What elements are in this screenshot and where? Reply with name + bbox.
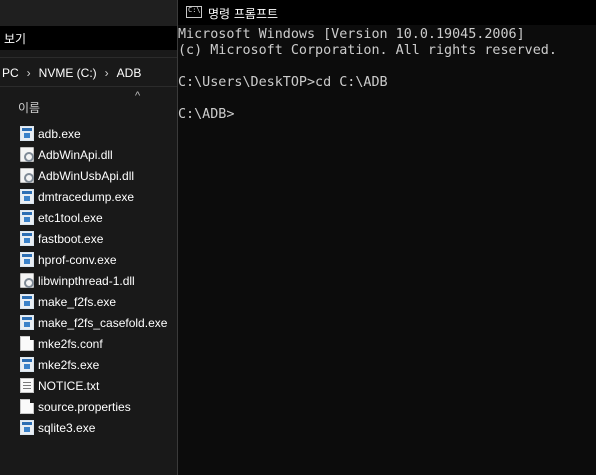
- chevron-right-icon[interactable]: ›: [27, 66, 31, 80]
- file-explorer-window: 보기 PC › NVME (C:) › ADB ^ 이름 adb.exe AdbW…: [0, 0, 177, 475]
- console-title: 명령 프롬프트: [208, 7, 279, 21]
- breadcrumb: PC › NVME (C:) › ADB: [2, 65, 141, 81]
- file-row[interactable]: adb.exe: [0, 124, 177, 145]
- explorer-top-strip: [0, 0, 177, 26]
- name-column-header[interactable]: ^ 이름: [0, 90, 177, 120]
- exe-icon: [20, 420, 34, 435]
- file-name: fastboot.exe: [38, 232, 104, 246]
- file-name: NOTICE.txt: [38, 379, 100, 393]
- file-name: AdbWinApi.dll: [38, 148, 113, 162]
- file-name: dmtracedump.exe: [38, 190, 135, 204]
- console-line: (c) Microsoft Corporation. All rights re…: [178, 43, 557, 58]
- file-row[interactable]: libwinpthread-1.dll: [0, 271, 177, 292]
- file-name: mke2fs.exe: [38, 358, 100, 372]
- exe-icon: [20, 189, 34, 204]
- exe-icon: [20, 252, 34, 267]
- exe-icon: [20, 294, 34, 309]
- exe-icon: [20, 126, 34, 141]
- chevron-right-icon[interactable]: ›: [105, 66, 109, 80]
- file-row[interactable]: etc1tool.exe: [0, 208, 177, 229]
- file-row[interactable]: hprof-conv.exe: [0, 250, 177, 271]
- file-row[interactable]: source.properties: [0, 397, 177, 418]
- exe-icon: [20, 231, 34, 246]
- file-name: hprof-conv.exe: [38, 253, 117, 267]
- file-row[interactable]: make_f2fs.exe: [0, 292, 177, 313]
- doc-icon: [20, 336, 34, 351]
- file-name: AdbWinUsbApi.dll: [38, 169, 135, 183]
- file-name: make_f2fs_casefold.exe: [38, 316, 168, 330]
- ribbon-view-tab[interactable]: 보기: [0, 26, 177, 50]
- cmd-icon: C:\: [186, 6, 202, 18]
- command-prompt-window[interactable]: C:\ 명령 프롬프트 Microsoft Windows [Version 1…: [177, 0, 596, 475]
- exe-icon: [20, 357, 34, 372]
- name-column-label: 이름: [18, 101, 41, 115]
- address-bar[interactable]: PC › NVME (C:) › ADB: [0, 57, 177, 87]
- console-line: C:\ADB>: [178, 107, 235, 122]
- file-name: etc1tool.exe: [38, 211, 103, 225]
- console-title-bar[interactable]: C:\ 명령 프롬프트: [178, 0, 596, 25]
- file-row[interactable]: fastboot.exe: [0, 229, 177, 250]
- file-name: sqlite3.exe: [38, 421, 96, 435]
- dll-icon: [20, 147, 34, 162]
- ribbon-view-tab-label: 보기: [4, 32, 27, 46]
- file-row[interactable]: AdbWinUsbApi.dll: [0, 166, 177, 187]
- file-name: adb.exe: [38, 127, 81, 141]
- file-row[interactable]: AdbWinApi.dll: [0, 145, 177, 166]
- doc-icon: [20, 399, 34, 414]
- dll-icon: [20, 168, 34, 183]
- file-name: source.properties: [38, 400, 131, 414]
- breadcrumb-pc[interactable]: PC: [2, 66, 19, 80]
- file-row[interactable]: dmtracedump.exe: [0, 187, 177, 208]
- file-row[interactable]: mke2fs.conf: [0, 334, 177, 355]
- exe-icon: [20, 210, 34, 225]
- file-name: make_f2fs.exe: [38, 295, 117, 309]
- file-name: libwinpthread-1.dll: [38, 274, 135, 288]
- breadcrumb-folder[interactable]: ADB: [117, 66, 142, 80]
- sort-ascending-icon: ^: [135, 90, 141, 102]
- file-row[interactable]: sqlite3.exe: [0, 418, 177, 439]
- file-row[interactable]: NOTICE.txt: [0, 376, 177, 397]
- console-line: Microsoft Windows [Version 10.0.19045.20…: [178, 27, 525, 42]
- exe-icon: [20, 315, 34, 330]
- file-row[interactable]: mke2fs.exe: [0, 355, 177, 376]
- file-row[interactable]: make_f2fs_casefold.exe: [0, 313, 177, 334]
- cmd-icon-text: C:\: [188, 6, 201, 14]
- breadcrumb-drive[interactable]: NVME (C:): [39, 66, 97, 80]
- dll-icon: [20, 273, 34, 288]
- txt-icon: [20, 378, 34, 393]
- console-line: C:\Users\DeskTOP>cd C:\ADB: [178, 75, 388, 90]
- file-name: mke2fs.conf: [38, 337, 103, 351]
